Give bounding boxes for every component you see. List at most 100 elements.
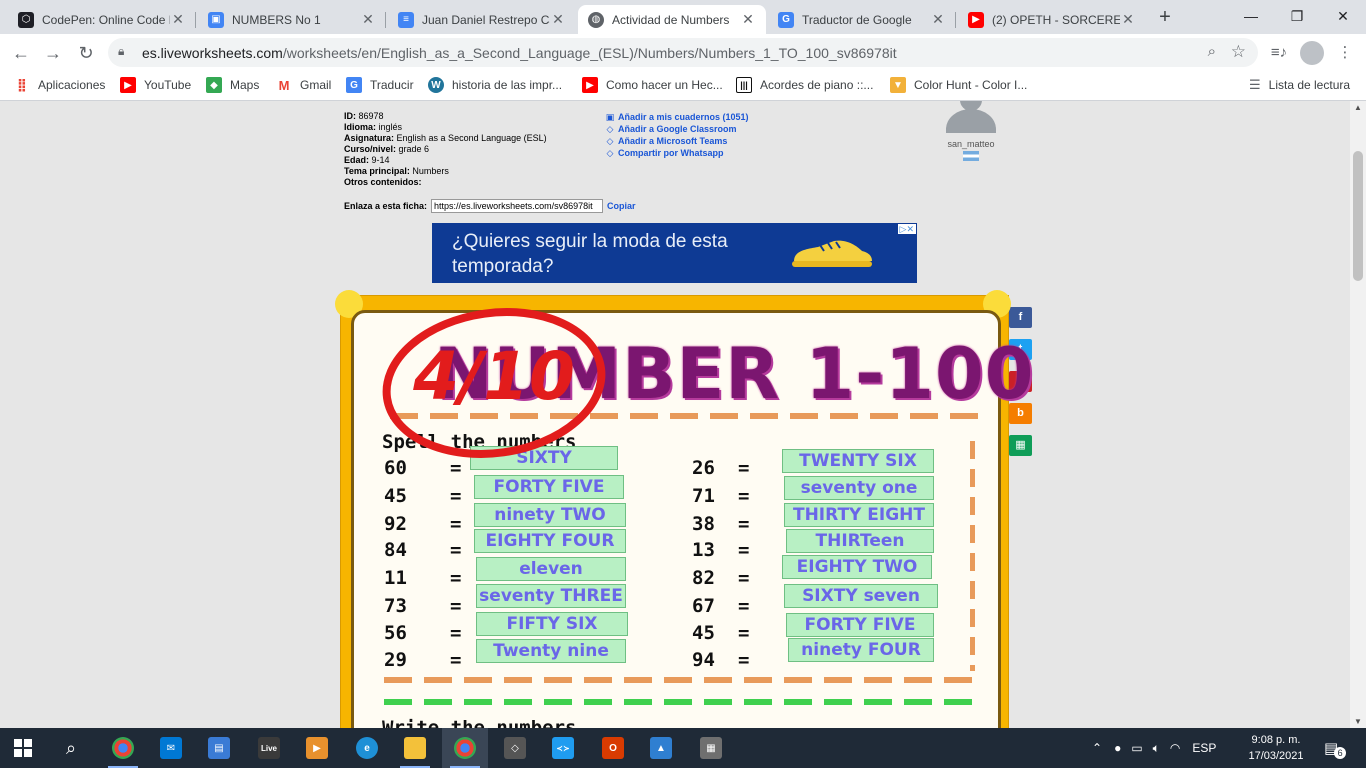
notification-center-button[interactable]: ▤ 6 — [1324, 728, 1347, 768]
close-icon[interactable]: ✕ — [360, 11, 376, 28]
share-link-label: Enlaza a esta ficha: — [344, 201, 428, 211]
close-icon[interactable]: ✕ — [930, 11, 946, 28]
equals-sign: = — [738, 622, 750, 644]
answer-input[interactable]: SIXTY seven — [784, 584, 938, 608]
minimize-button[interactable]: — — [1228, 0, 1274, 34]
language-indicator[interactable]: ESP — [1192, 741, 1216, 755]
taskbar-live[interactable]: Live — [246, 728, 292, 768]
volume-icon[interactable]: 🔈︎ — [1153, 741, 1160, 756]
taskbar-store[interactable]: ▤ — [196, 728, 242, 768]
answer-input[interactable]: THIRTeen — [786, 529, 934, 553]
wifi-icon[interactable]: ◠ — [1170, 741, 1180, 755]
copy-link[interactable]: Copiar — [607, 201, 636, 211]
taskbar-calculator[interactable]: ▦ — [688, 728, 734, 768]
answer-input[interactable]: FORTY FIVE — [786, 613, 934, 637]
equals-sign: = — [450, 649, 462, 671]
codepen-icon: ⬡ — [18, 11, 34, 28]
taskbar-vscode[interactable]: ≺≻ — [540, 728, 586, 768]
bookmark-aplicaciones[interactable]: ⣿ Aplicaciones — [14, 77, 105, 93]
scrollbar-thumb[interactable] — [1353, 151, 1363, 281]
taskbar-media-player[interactable]: ▶ — [294, 728, 340, 768]
tab-numbers-no-1[interactable]: ▣ NUMBERS No 1 ✕ — [198, 5, 386, 34]
answer-input[interactable]: eleven — [476, 557, 626, 581]
classroom-icon[interactable]: ▦ — [1009, 435, 1032, 456]
taskbar-edge[interactable]: e — [344, 728, 390, 768]
restore-button[interactable]: ❐ — [1274, 0, 1320, 34]
windows-taskbar: ⌕ ✉ ▤ Live ▶ e ◇ ≺≻ O ▲ ▦ ⌃ ● ▭ 🔈︎ ◠ ESP… — [0, 728, 1366, 768]
close-icon[interactable]: ✕ — [550, 11, 566, 28]
taskbar-unity[interactable]: ◇ — [492, 728, 538, 768]
bookmark-star-icon[interactable]: ☆ — [1231, 42, 1246, 62]
avatar — [943, 101, 999, 133]
tab-opeth[interactable]: ▶ (2) OPETH - SORCERESS ✕ — [958, 5, 1146, 34]
meta-otros: Otros contenidos: — [344, 177, 422, 187]
bookmark-gmail[interactable]: M Gmail — [276, 77, 332, 93]
new-tab-button[interactable]: + — [1153, 5, 1177, 29]
close-window-button[interactable]: ✕ — [1320, 0, 1366, 34]
divider — [384, 677, 980, 683]
taskbar-file-explorer[interactable] — [392, 728, 438, 768]
bookmark-youtube[interactable]: ▶ YouTube — [120, 77, 191, 93]
taskbar-office[interactable]: O — [590, 728, 636, 768]
menu-icon[interactable]: ⋮ — [1332, 40, 1358, 66]
answer-input[interactable]: FIFTY SIX — [476, 612, 628, 636]
search-icon[interactable]: ⌕ — [1208, 43, 1216, 60]
equals-sign: = — [738, 595, 750, 617]
tab-juan-daniel[interactable]: ≡ Juan Daniel Restrepo Castaño ✕ — [388, 5, 576, 34]
answer-input[interactable]: EIGHTY TWO — [782, 555, 932, 579]
close-icon[interactable]: ✕ — [740, 11, 756, 28]
add-to-classroom-link[interactable]: ◇ Añadir a Google Classroom — [605, 123, 749, 135]
battery-icon[interactable]: ▭ — [1131, 741, 1142, 755]
close-icon[interactable]: ✕ — [170, 11, 186, 28]
share-whatsapp-link[interactable]: ◇ Compartir por Whatsapp — [605, 147, 749, 159]
bookmark-maps[interactable]: ◆ Maps — [206, 77, 259, 93]
answer-input[interactable]: seventy THREE — [476, 584, 626, 608]
taskbar-chrome-active[interactable] — [442, 728, 488, 768]
search-button[interactable]: ⌕ — [48, 728, 94, 768]
url-text: es.liveworksheets.com/worksheets/en/Engl… — [142, 45, 897, 61]
diamond-icon: ◇ — [606, 124, 614, 134]
advertisement-banner[interactable]: ¿Quieres seguir la moda de esta temporad… — [432, 223, 917, 283]
media-control-icon[interactable]: ≡♪ — [1266, 40, 1292, 66]
meta-asignatura: Asignatura: English as a Second Language… — [344, 133, 547, 143]
author-card[interactable]: san_matteo — [940, 101, 1002, 161]
taskbar-chrome[interactable] — [100, 728, 146, 768]
profile-avatar[interactable] — [1300, 41, 1324, 65]
answer-input[interactable]: TWENTY SIX — [782, 449, 934, 473]
taskbar-photos[interactable]: ▲ — [638, 728, 684, 768]
reading-list-button[interactable]: ☰ Lista de lectura — [1249, 77, 1350, 93]
answer-input[interactable]: THIRTY EIGHT — [784, 503, 934, 527]
page-scrollbar[interactable]: ▲ ▼ — [1350, 101, 1366, 728]
bookmark-traducir[interactable]: G Traducir — [346, 77, 414, 93]
bookmark-acordes[interactable]: ||| Acordes de piano ::... — [736, 77, 873, 93]
bookmark-historia[interactable]: W historia de las impr... — [428, 77, 562, 93]
add-to-teams-link[interactable]: ◇ Añadir a Microsoft Teams — [605, 135, 749, 147]
clock[interactable]: 9:08 p. m. 17/03/2021 — [1246, 732, 1306, 764]
answer-input[interactable]: EIGHTY FOUR — [474, 529, 626, 553]
tab-codepen[interactable]: ⬡ CodePen: Online Code Editor ✕ — [8, 5, 196, 34]
answer-input[interactable]: seventy one — [784, 476, 934, 500]
bookmark-color-hunt[interactable]: ▼ Color Hunt - Color I... — [890, 77, 1027, 93]
answer-input[interactable]: ninety FOUR — [788, 638, 934, 662]
unity-icon: ◇ — [504, 737, 526, 759]
address-bar[interactable]: 🔒︎ es.liveworksheets.com/worksheets/en/E… — [108, 38, 1258, 67]
tab-title: CodePen: Online Code Editor — [42, 12, 170, 27]
ad-choices-icon[interactable]: ▷✕ — [897, 224, 916, 234]
add-to-notebooks-link[interactable]: ▣ Añadir a mis cuadernos (1051) — [605, 111, 749, 123]
answer-input[interactable]: ninety TWO — [474, 503, 626, 527]
close-icon[interactable]: ✕ — [1120, 11, 1136, 28]
tab-traductor[interactable]: G Traductor de Google ✕ — [768, 5, 956, 34]
chevron-up-icon[interactable]: ⌃ — [1092, 741, 1102, 755]
network-icon[interactable]: ● — [1114, 741, 1121, 755]
answer-input[interactable]: Twenty nine — [476, 639, 626, 663]
forward-button[interactable]: → — [40, 40, 66, 66]
bookmark-como-hacer[interactable]: ▶ Como hacer un Hec... — [582, 77, 723, 93]
facebook-icon[interactable]: f — [1009, 307, 1032, 328]
taskbar-mail[interactable]: ✉ — [148, 728, 194, 768]
tab-actividad-numbers[interactable]: ◍ Actividad de Numbers ✕ — [578, 5, 766, 34]
back-button[interactable]: ← — [8, 40, 34, 66]
reload-button[interactable]: ↻ — [73, 40, 99, 66]
answer-input[interactable]: FORTY FIVE — [474, 475, 624, 499]
share-link-input[interactable] — [431, 199, 604, 213]
start-button[interactable] — [0, 728, 46, 768]
